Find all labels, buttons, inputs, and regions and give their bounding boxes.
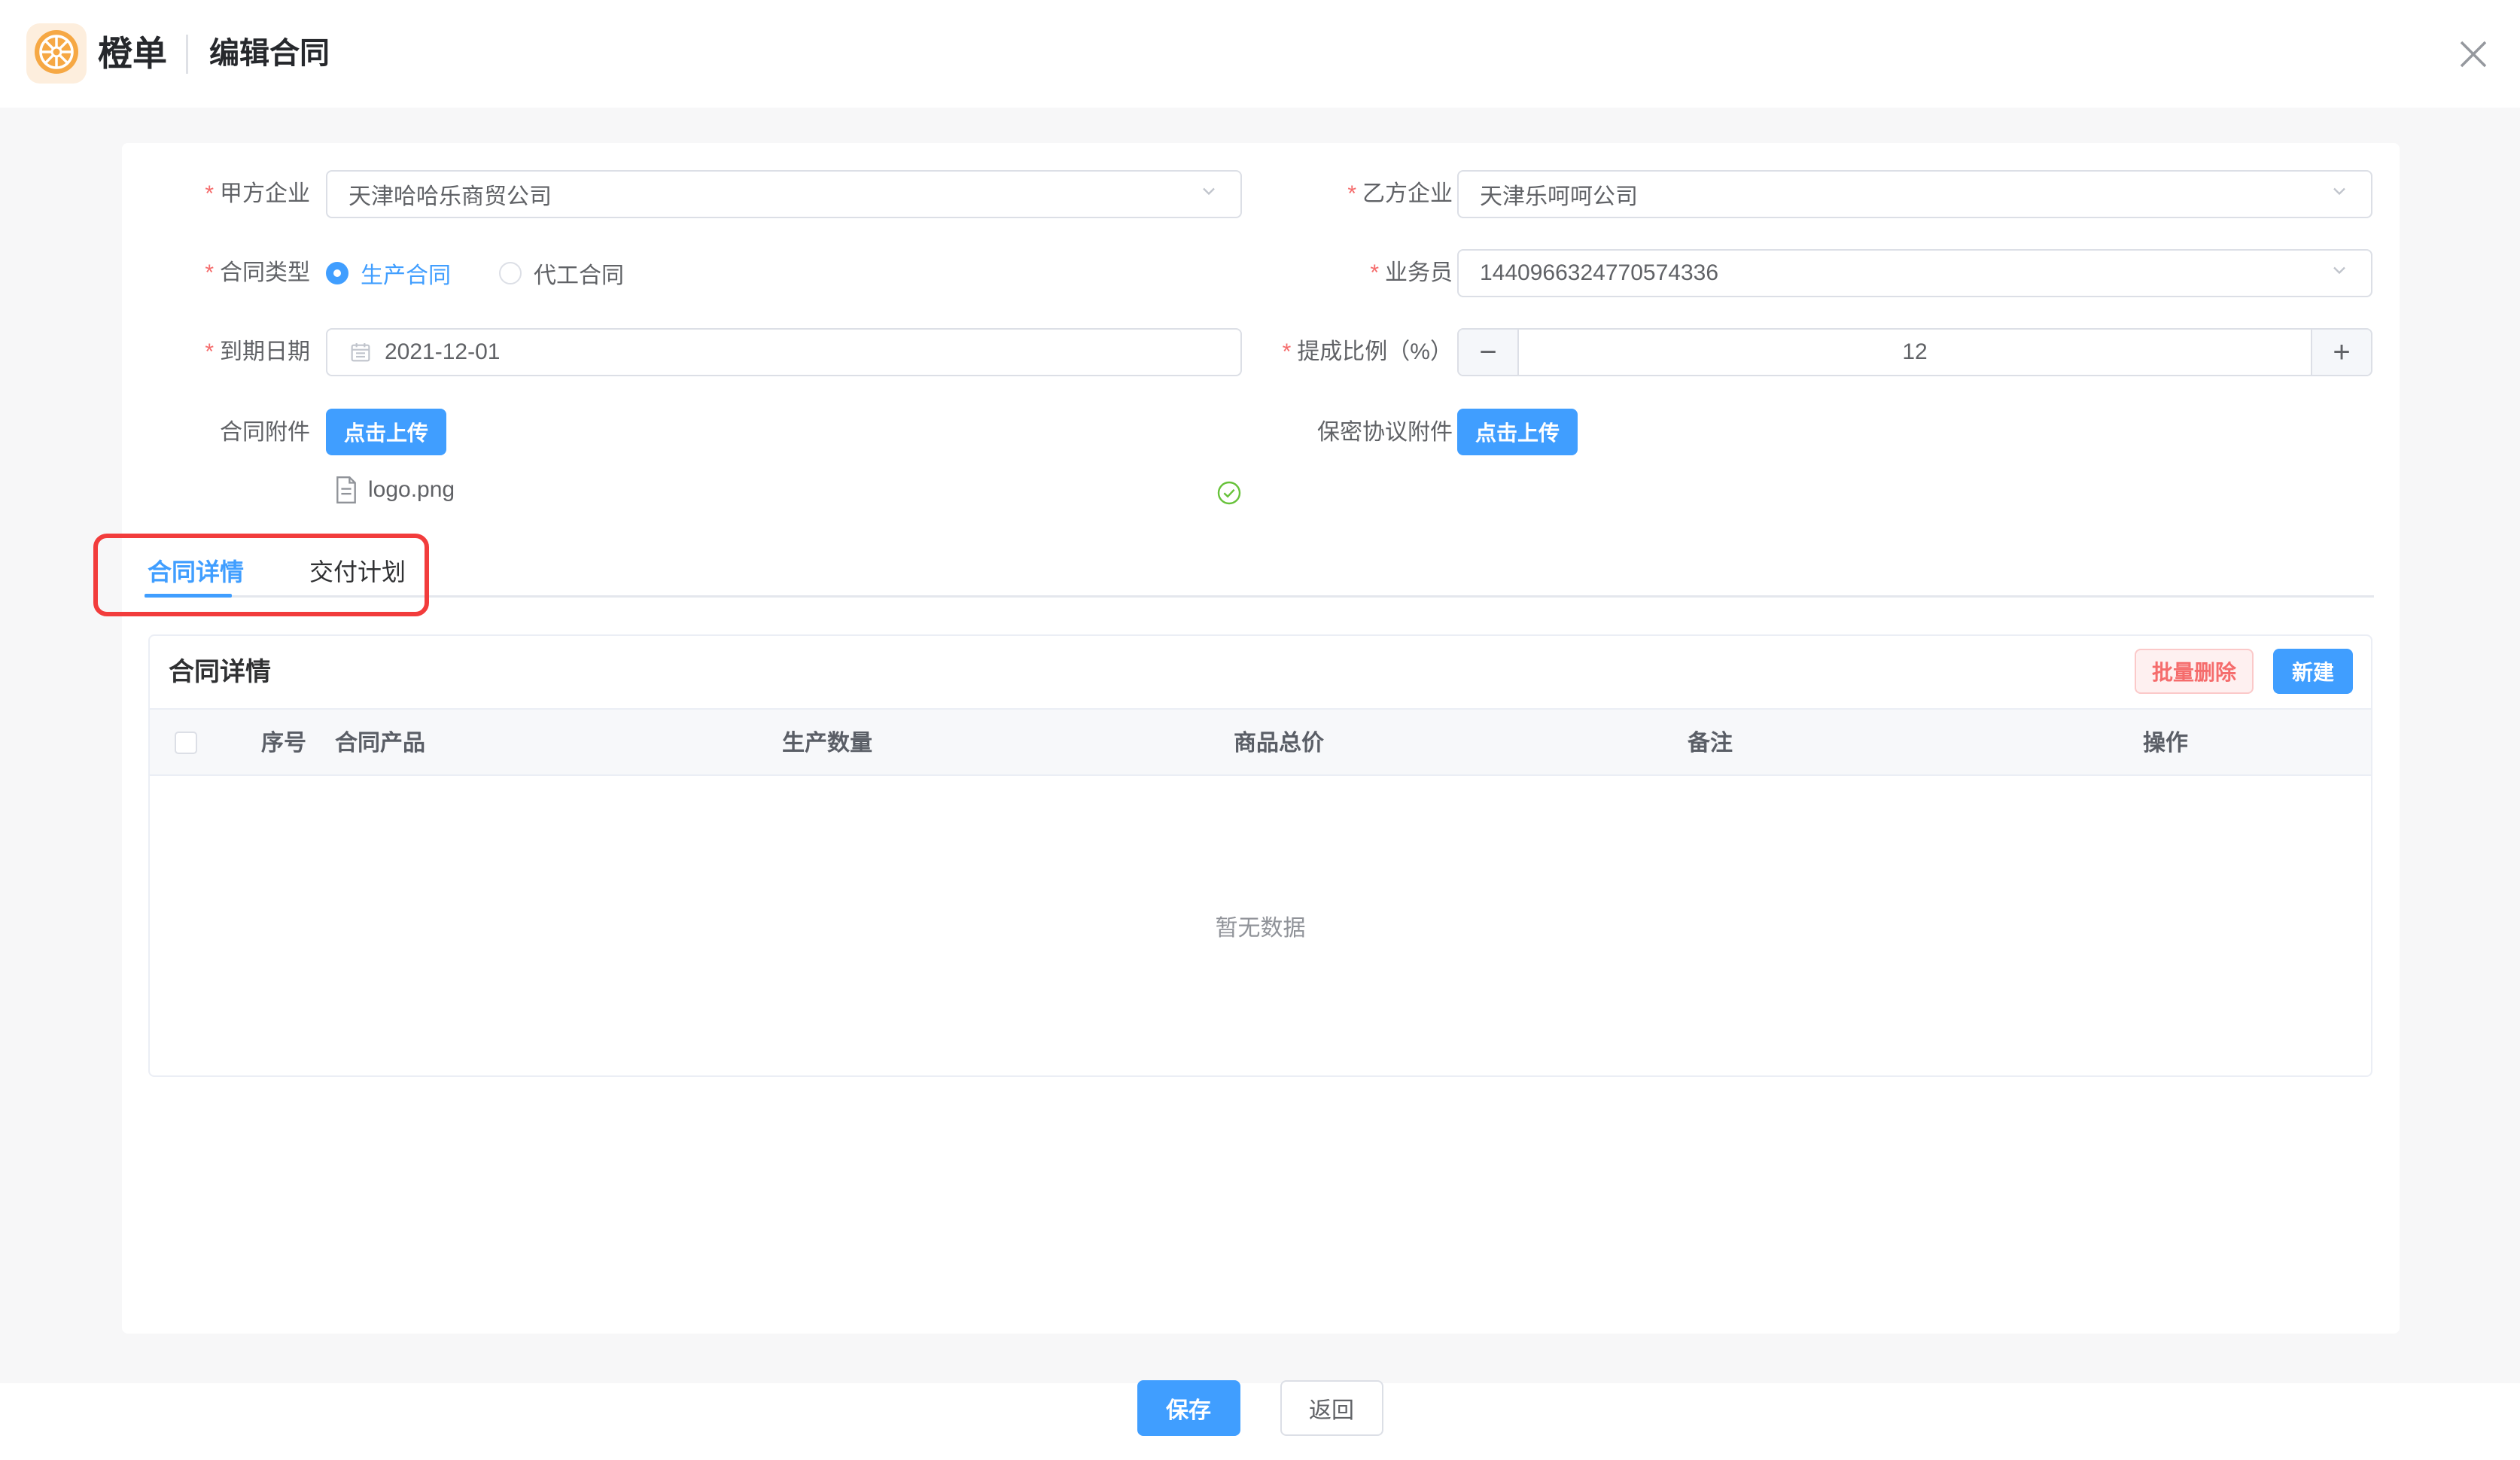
chevron-down-icon — [2329, 260, 2350, 287]
contract-details-card: 合同详情 批量删除 新建 序号 合同产品 生产数量 商品总价 备注 操作 暂无数… — [148, 634, 2372, 1077]
app-logo — [26, 23, 87, 84]
column-header-product: 合同产品 — [335, 710, 425, 777]
card-title: 合同详情 — [169, 636, 271, 708]
column-header-index: 序号 — [261, 710, 306, 777]
create-button[interactable]: 新建 — [2273, 649, 2353, 694]
expire-date-input[interactable]: 2021-12-01 — [326, 328, 1242, 376]
calendar-icon — [348, 340, 373, 364]
close-icon[interactable] — [2458, 39, 2488, 69]
radio-selected-icon — [326, 262, 348, 284]
page-title: 编辑合同 — [209, 0, 330, 108]
required-asterisk: * — [205, 181, 214, 206]
document-icon — [335, 476, 358, 504]
contract-attachment-upload-button[interactable]: 点击上传 — [326, 409, 446, 455]
contract-type-radio-group: 生产合同 代工合同 — [326, 249, 624, 297]
back-button[interactable]: 返回 — [1280, 1380, 1383, 1436]
radio-production-contract[interactable]: 生产合同 — [326, 257, 451, 290]
contract-type-label: *合同类型 — [122, 249, 310, 297]
orange-logo-icon — [33, 29, 80, 79]
commission-stepper: − 12 + — [1457, 328, 2372, 376]
decrease-button[interactable]: − — [1459, 330, 1519, 375]
party-a-value: 天津哈哈乐商贸公司 — [348, 178, 1189, 211]
empty-table-placeholder: 暂无数据 — [150, 776, 2371, 1075]
table-header-row: 序号 合同产品 生产数量 商品总价 备注 操作 — [150, 708, 2371, 776]
app-name: 橙单 — [98, 0, 167, 108]
column-header-quantity: 生产数量 — [782, 710, 872, 777]
required-asterisk: * — [205, 260, 214, 285]
upload-success-icon — [1217, 481, 1241, 509]
commission-value[interactable]: 12 — [1519, 330, 2311, 375]
salesman-value: 1440966324770574336 — [1480, 260, 2320, 286]
party-a-label: *甲方企业 — [122, 170, 310, 218]
contract-attachment-label: 合同附件 — [122, 409, 310, 457]
form-panel: *甲方企业 天津哈哈乐商贸公司 *乙方企业 天津乐呵呵公司 *合同类型 生产合同 — [122, 143, 2400, 1334]
party-b-label: *乙方企业 — [1176, 170, 1453, 218]
party-b-value: 天津乐呵呵公司 — [1480, 178, 2320, 211]
expire-date-label: *到期日期 — [122, 328, 310, 376]
select-all-checkbox[interactable] — [175, 732, 197, 754]
party-a-select[interactable]: 天津哈哈乐商贸公司 — [326, 170, 1242, 218]
column-header-actions: 操作 — [2143, 710, 2188, 777]
expire-date-value: 2021-12-01 — [385, 339, 1219, 365]
edit-contract-window: 橙单 编辑合同 *甲方企业 天津哈哈乐商贸公司 *乙方企业 天津乐呵呵公司 — [0, 0, 2520, 1460]
radio-unselected-icon — [499, 262, 522, 284]
save-button[interactable]: 保存 — [1137, 1380, 1240, 1436]
column-header-remark: 备注 — [1688, 710, 1733, 777]
salesman-label: *业务员 — [1176, 249, 1453, 297]
required-asterisk: * — [205, 339, 214, 364]
salesman-select[interactable]: 1440966324770574336 — [1457, 249, 2372, 297]
chevron-down-icon — [2329, 181, 2350, 208]
batch-delete-button[interactable]: 批量删除 — [2135, 649, 2254, 694]
footer-buttons: 保存 返回 — [0, 1380, 2520, 1436]
increase-button[interactable]: + — [2311, 330, 2371, 375]
annotation-highlight-box — [93, 534, 429, 616]
nda-attachment-label: 保密协议附件 — [1176, 409, 1453, 457]
uploaded-file-item[interactable]: logo.png — [335, 467, 455, 513]
radio-oem-contract[interactable]: 代工合同 — [499, 257, 624, 290]
required-asterisk: * — [1283, 339, 1292, 364]
app-header: 橙单 编辑合同 — [0, 0, 2520, 108]
radio-label: 代工合同 — [534, 257, 624, 290]
party-b-select[interactable]: 天津乐呵呵公司 — [1457, 170, 2372, 218]
required-asterisk: * — [1347, 181, 1356, 206]
commission-label: *提成比例（%） — [1176, 328, 1453, 376]
nda-attachment-upload-button[interactable]: 点击上传 — [1457, 409, 1578, 455]
tab-bar: 合同详情 交付计划 — [145, 546, 2374, 598]
column-header-total: 商品总价 — [1234, 710, 1324, 777]
radio-label: 生产合同 — [361, 257, 451, 290]
required-asterisk: * — [1370, 260, 1379, 285]
header-divider — [186, 35, 188, 74]
file-name: logo.png — [368, 477, 455, 503]
